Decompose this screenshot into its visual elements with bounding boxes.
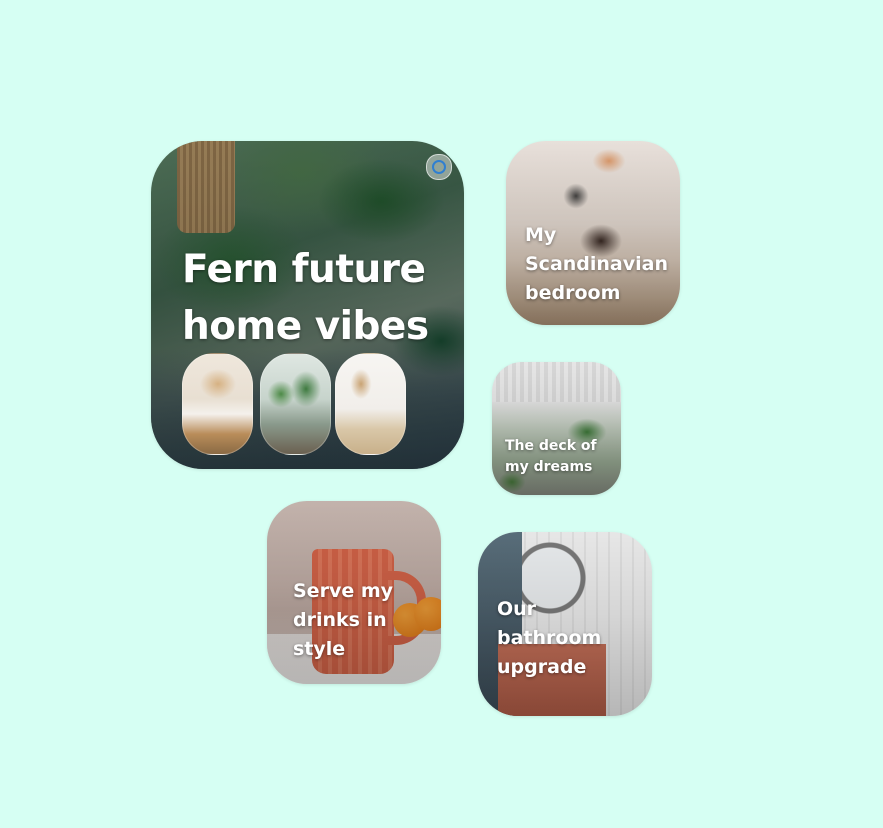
visual-search-icon[interactable] <box>426 154 452 180</box>
lens-icon-inner <box>432 160 446 174</box>
pin-thumbnail[interactable] <box>182 353 253 455</box>
board-card-serve-my-drinks[interactable]: Serve my drinks in style <box>267 501 441 684</box>
board-card-bathroom-upgrade[interactable]: Our bathroom upgrade <box>478 532 652 716</box>
board-card-deck-of-my-dreams[interactable]: The deck of my dreams <box>492 362 621 495</box>
pin-thumbnail[interactable] <box>260 353 331 455</box>
board-title: Fern future home vibes <box>182 247 429 349</box>
board-card-fern-future-home-vibes[interactable]: Fern future home vibes <box>151 141 464 469</box>
pin-thumbnail[interactable] <box>335 353 406 455</box>
board-title: The deck of my dreams <box>505 438 597 475</box>
board-title: Serve my drinks in style <box>293 580 394 660</box>
board-page: { "boards": { "fern": { "title": "Fern f… <box>0 0 883 828</box>
board-card-scandinavian-bedroom[interactable]: My Scandinavian bedroom <box>506 141 680 325</box>
board-title: Our bathroom upgrade <box>497 598 602 678</box>
board-title: My Scandinavian bedroom <box>525 224 669 304</box>
